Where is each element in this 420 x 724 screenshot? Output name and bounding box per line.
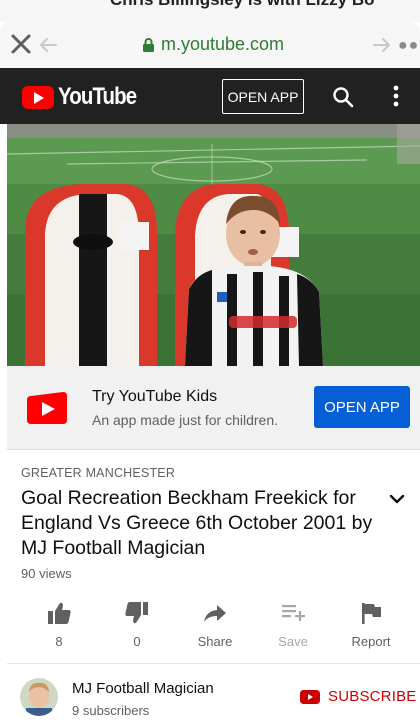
subscriber-count: 9 subscribers: [72, 703, 150, 718]
close-icon[interactable]: [8, 31, 34, 57]
divider: [7, 663, 420, 664]
back-icon[interactable]: [38, 35, 58, 55]
like-button[interactable]: 8: [24, 596, 94, 658]
like-count: 8: [55, 634, 63, 649]
thumbs-up-icon: [48, 602, 71, 624]
video-actions: 8 0 Share Save Report: [0, 596, 420, 658]
more-icon[interactable]: ●●●: [398, 38, 420, 54]
video-title: Goal Recreation Beckham Freekick for Eng…: [21, 487, 373, 559]
notification-banner: Chris Billingsley is with Lizzy Bo: [0, 0, 420, 22]
search-icon[interactable]: [332, 86, 354, 108]
open-app-button[interactable]: OPEN APP: [222, 79, 304, 114]
youtube-wordmark: YouTube: [58, 83, 137, 110]
kids-open-app-button[interactable]: OPEN APP: [314, 386, 410, 428]
dislike-button[interactable]: 0: [102, 596, 172, 658]
thumbs-down-icon: [125, 602, 148, 624]
flag-icon: [362, 603, 381, 624]
youtube-header: YouTube OPEN APP: [0, 68, 420, 124]
subscribe-label: SUBSCRIBE: [328, 688, 417, 705]
promo-subtitle: An app made just for children.: [92, 412, 278, 428]
report-label: Report: [351, 634, 391, 649]
video-location[interactable]: GREATER MANCHESTER: [21, 466, 175, 480]
chevron-down-icon[interactable]: [388, 492, 406, 506]
youtube-play-icon: [22, 85, 54, 109]
view-count: 90 views: [21, 566, 72, 581]
video-thumbnail: [7, 124, 420, 366]
kebab-icon[interactable]: [388, 84, 404, 108]
subscribe-button[interactable]: SUBSCRIBE: [300, 688, 417, 705]
share-label: Share: [197, 634, 233, 649]
youtube-kids-promo: Try YouTube Kids An app made just for ch…: [7, 366, 420, 450]
forward-icon[interactable]: [372, 35, 392, 55]
channel-name[interactable]: MJ Football Magician: [72, 680, 214, 697]
save-label: Save: [278, 634, 308, 649]
dislike-count: 0: [133, 634, 141, 649]
promo-title: Try YouTube Kids: [92, 388, 218, 405]
save-button[interactable]: Save: [258, 596, 328, 658]
browser-bar: m.youtube.com ●●●: [0, 22, 420, 68]
youtube-kids-icon: [27, 392, 67, 424]
youtube-play-icon: [300, 689, 320, 704]
lock-icon: [143, 37, 154, 52]
url-text: m.youtube.com: [161, 34, 285, 54]
share-icon: [204, 605, 226, 622]
share-button[interactable]: Share: [180, 596, 250, 658]
address-bar[interactable]: m.youtube.com: [142, 34, 284, 55]
video-player[interactable]: [7, 124, 420, 366]
channel-avatar-image: [20, 678, 58, 716]
report-button[interactable]: Report: [336, 596, 406, 658]
avatar[interactable]: [20, 678, 58, 716]
youtube-logo[interactable]: YouTube: [22, 83, 150, 111]
save-playlist-icon: [282, 605, 305, 621]
notification-text: Chris Billingsley is with Lizzy Bo: [110, 0, 375, 10]
